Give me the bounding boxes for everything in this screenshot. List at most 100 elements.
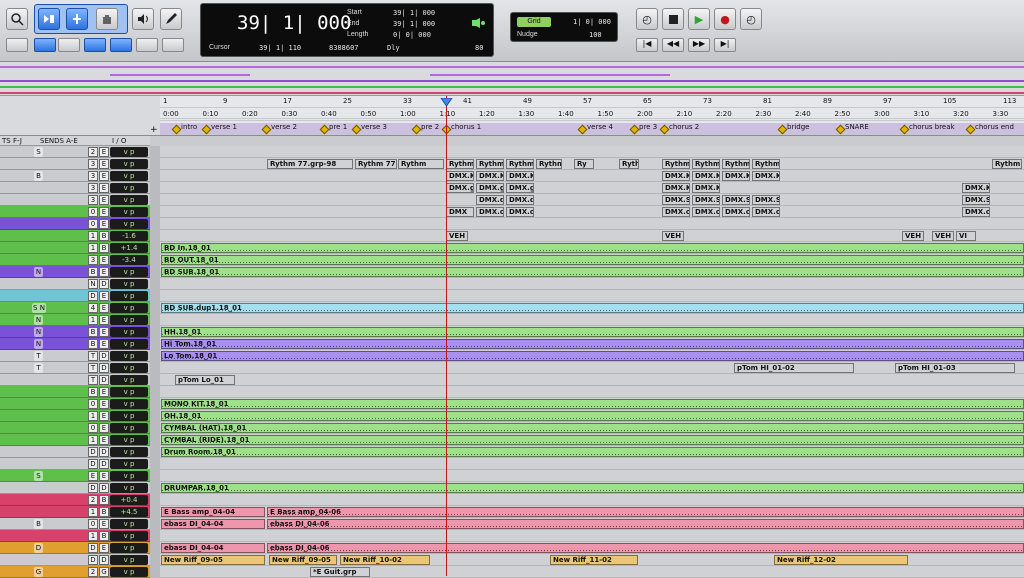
send-slot[interactable]: B <box>99 231 109 241</box>
track-controls[interactable]: N BEv p <box>0 326 150 338</box>
track-io-selector[interactable]: v p <box>110 387 148 397</box>
send-slot[interactable]: 2 <box>88 495 98 505</box>
send-slot[interactable]: E <box>99 255 109 265</box>
audio-clip[interactable]: DMX.g <box>476 183 504 193</box>
send-slot[interactable]: B <box>88 339 98 349</box>
audio-clip[interactable]: OH.18_01 <box>161 411 1024 421</box>
track-lane[interactable] <box>160 494 1024 506</box>
audio-clip[interactable]: VEH <box>932 231 954 241</box>
delay-label[interactable]: Dly <box>387 44 400 52</box>
send-slot[interactable]: 3 <box>88 183 98 193</box>
send-slot[interactable]: D <box>99 375 109 385</box>
audio-clip[interactable]: DMX.K <box>662 183 690 193</box>
track-controls[interactable]: N BEv p <box>0 338 150 350</box>
track-lane[interactable]: ebass DI_04-04 ebass DI_04-06 <box>160 542 1024 554</box>
send-slot[interactable]: E <box>99 471 109 481</box>
send-slot[interactable]: E <box>99 411 109 421</box>
track-controls[interactable]: DEv p <box>0 290 150 302</box>
send-slot[interactable]: E <box>99 183 109 193</box>
track-io-selector[interactable]: v p <box>110 519 148 529</box>
track-io-selector[interactable]: +4.5 <box>110 507 148 517</box>
track-controls[interactable]: TTDv p <box>0 362 150 374</box>
play-icon[interactable]: ▶ <box>688 8 710 30</box>
audio-clip[interactable]: DMX.d <box>476 195 504 205</box>
audio-clip[interactable]: Rythm <box>752 159 780 169</box>
track-insert-slot[interactable]: B <box>34 519 43 529</box>
audio-clip[interactable]: Rythm 77.grp-98 <box>267 159 353 169</box>
send-slot[interactable]: E <box>99 423 109 433</box>
audio-clip[interactable]: E Bass amp_04-04 <box>161 507 265 517</box>
track-lane[interactable]: pTom Lo_01 <box>160 374 1024 386</box>
audio-clip[interactable]: E Bass amp_04-06 <box>267 507 1024 517</box>
track-controls[interactable]: N BEv p <box>0 266 150 278</box>
track-io-selector[interactable]: v p <box>110 435 148 445</box>
zoom-preset-button[interactable] <box>6 38 28 52</box>
tab-to-transient-button[interactable] <box>136 38 158 52</box>
nudge-label[interactable]: Nudge <box>517 31 538 38</box>
audio-clip[interactable]: DMX.S <box>692 195 720 205</box>
track-io-selector[interactable]: v p <box>110 147 148 157</box>
send-slot[interactable]: 0 <box>88 207 98 217</box>
audio-clip[interactable]: MONO KIT.18_01 <box>161 399 1024 409</box>
track-io-selector[interactable]: v p <box>110 207 148 217</box>
marker-chorus-break[interactable]: chorus break <box>900 123 955 134</box>
track-controls[interactable]: S N 4Ev p <box>0 302 150 314</box>
track-controls[interactable]: 0Ev p <box>0 398 150 410</box>
audio-clip[interactable]: ebass DI_04-04 <box>161 519 265 529</box>
track-io-selector[interactable]: v p <box>110 339 148 349</box>
audio-clip[interactable]: DMX.d <box>506 195 534 205</box>
fast-forward-button[interactable]: ▶▶ <box>688 38 710 52</box>
audio-clip[interactable]: Rythm <box>506 159 534 169</box>
track-lane[interactable]: Lo Tom.18_01 <box>160 350 1024 362</box>
track-lane[interactable]: HH.18_01 <box>160 326 1024 338</box>
marker-chorus-1[interactable]: chorus 1 <box>442 123 481 134</box>
send-slot[interactable]: D <box>88 555 98 565</box>
marker-pre-3[interactable]: pre 3 <box>630 123 657 134</box>
send-slot[interactable]: E <box>99 219 109 229</box>
send-slot[interactable]: 1 <box>88 231 98 241</box>
track-controls[interactable]: 3Ev p <box>0 194 150 206</box>
marker-verse-1[interactable]: verse 1 <box>202 123 237 134</box>
audio-clip[interactable]: New Riff_09-05 <box>161 555 265 565</box>
audio-clip[interactable]: VI <box>956 231 976 241</box>
grid-value[interactable]: 1| 0| 000 <box>573 18 611 26</box>
track-insert-slot[interactable]: T <box>34 363 43 373</box>
send-slot[interactable]: E <box>99 315 109 325</box>
track-controls[interactable]: B 0Ev p <box>0 518 150 530</box>
send-slot[interactable]: 0 <box>88 519 98 529</box>
audio-clip[interactable]: Ryth <box>619 159 639 169</box>
send-slot[interactable]: D <box>99 447 109 457</box>
audio-clip[interactable]: Rythm <box>692 159 720 169</box>
grid-label[interactable]: Grid <box>517 17 551 27</box>
track-io-selector[interactable]: v p <box>110 447 148 457</box>
track-io-selector[interactable]: v p <box>110 159 148 169</box>
track-controls[interactable]: S EEv p <box>0 470 150 482</box>
audio-clip[interactable]: DMX.K <box>692 183 720 193</box>
audio-clip[interactable]: Drum Room.18_01 <box>161 447 1024 457</box>
send-slot[interactable]: 0 <box>88 219 98 229</box>
marker-chorus-end[interactable]: chorus end <box>966 123 1014 134</box>
audio-clip[interactable]: DMX.g <box>446 183 474 193</box>
audio-clip[interactable]: Rythm <box>722 159 750 169</box>
send-slot[interactable]: 1 <box>88 507 98 517</box>
track-io-selector[interactable]: v p <box>110 279 148 289</box>
zoom-icon[interactable] <box>6 8 28 30</box>
send-slot[interactable]: D <box>99 363 109 373</box>
marker-pre-2[interactable]: pre 2 <box>412 123 439 134</box>
track-io-selector[interactable]: v p <box>110 423 148 433</box>
audio-clip[interactable]: DMX.S <box>962 195 990 205</box>
track-io-selector[interactable]: +0.4 <box>110 495 148 505</box>
minsecs-ruler[interactable]: 0:00 0:10 0:20 0:30 0:40 0:50 1:00 1:10 1:20 1:30… <box>160 109 1024 121</box>
track-controls[interactable]: DDv p <box>0 446 150 458</box>
send-slot[interactable]: E <box>99 267 109 277</box>
audio-clip[interactable]: ebass DI_04-06 <box>267 543 1024 553</box>
track-controls[interactable]: 1Ev p <box>0 434 150 446</box>
send-slot[interactable]: E <box>99 387 109 397</box>
track-io-selector[interactable]: v p <box>110 219 148 229</box>
track-insert-slot[interactable]: N <box>34 327 43 337</box>
send-slot[interactable]: E <box>99 327 109 337</box>
track-lane[interactable] <box>160 278 1024 290</box>
send-slot[interactable]: E <box>99 303 109 313</box>
audio-clip[interactable]: Rythm <box>662 159 690 169</box>
track-io-selector[interactable]: v p <box>110 483 148 493</box>
